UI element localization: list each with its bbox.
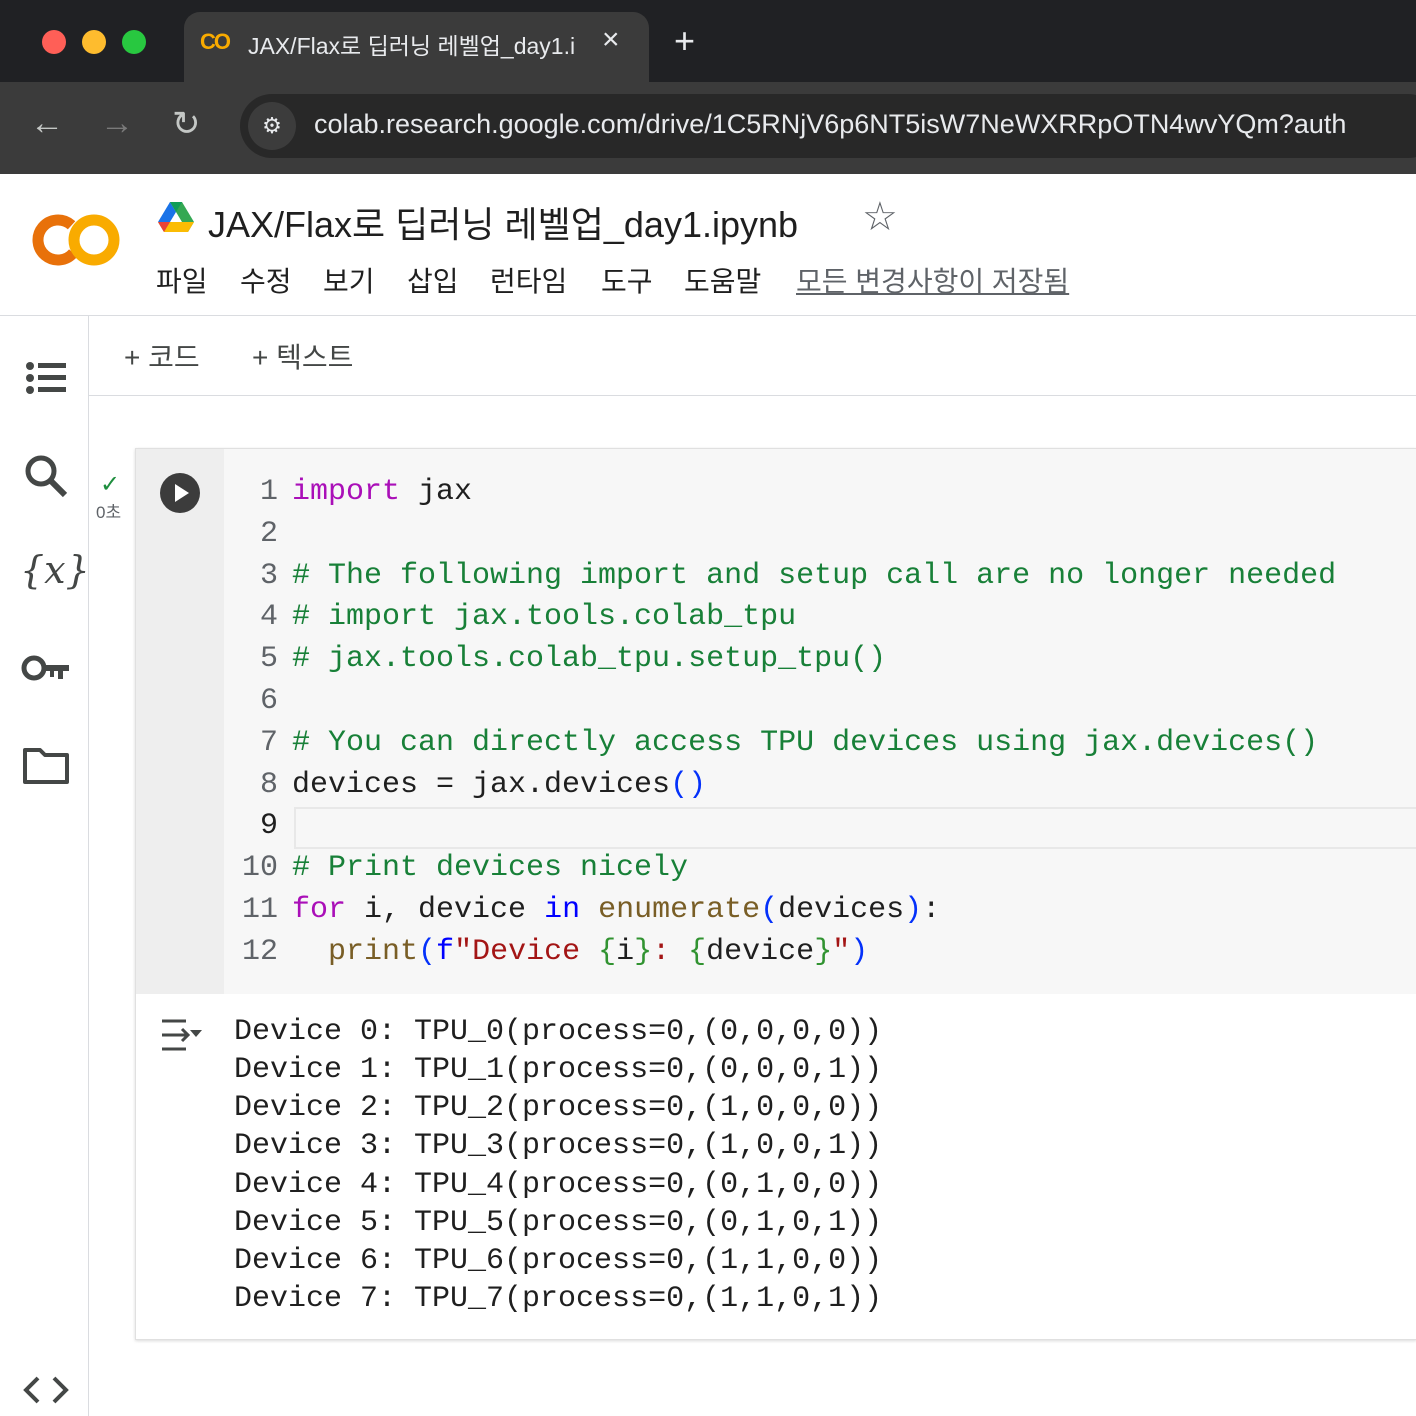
exec-time: 0초 [96, 503, 122, 522]
code-line[interactable]: 7 # You can directly access TPU devices u… [224, 722, 1416, 764]
reload-icon[interactable]: ↻ [172, 104, 201, 144]
line-number: 4 [259, 600, 278, 634]
code-line[interactable]: 12 print(f"Device {i}: {device}") [224, 931, 1416, 973]
colab-favicon-icon: CO [200, 29, 231, 54]
line-number: 12 [241, 935, 278, 969]
code-line[interactable]: 11 for i, device in enumerate(devices): [224, 889, 1416, 931]
add-text-cell-button[interactable]: + 텍스트 [252, 336, 353, 376]
code-comment: # jax.tools.colab_tpu.setup_tpu() [292, 642, 887, 676]
toolbar-divider [89, 395, 1416, 396]
sidebar-divider [88, 316, 89, 1416]
exec-success-icon: ✓ [100, 471, 121, 498]
files-folder-icon[interactable] [20, 740, 72, 792]
window-close-button[interactable] [42, 30, 66, 54]
menu-edit[interactable]: 수정 [240, 260, 292, 300]
tab-title: JAX/Flax로 딥러닝 레벨업_day1.i [248, 33, 576, 59]
line-number: 9 [259, 809, 278, 843]
back-arrow-icon[interactable]: ← [30, 104, 64, 143]
code-comment: # You can directly access TPU devices us… [292, 726, 1319, 760]
line-number: 5 [259, 642, 278, 676]
code-comment: # Print devices nicely [292, 851, 689, 885]
tab-close-button[interactable]: × [602, 23, 620, 57]
save-status-link[interactable]: 모든 변경사항이 저장됨 [796, 260, 1069, 300]
secrets-key-icon[interactable] [20, 642, 72, 694]
notebook-title[interactable]: JAX/Flax로 딥러닝 레벨업_day1.ipynb [208, 196, 798, 248]
code-snippets-icon[interactable] [20, 1364, 72, 1416]
code-line[interactable]: 8 devices = jax.devices() [224, 764, 1416, 806]
url-text[interactable]: colab.research.google.com/drive/1C5RNjV6… [314, 109, 1346, 140]
line-number: 3 [259, 559, 278, 593]
output-line: Device 2: TPU_2(process=0,(1,0,0,0)) [234, 1091, 883, 1125]
code-line[interactable]: 3 # The following import and setup call a… [224, 555, 1416, 597]
menu-view[interactable]: 보기 [323, 260, 375, 300]
variables-icon[interactable]: {x} [20, 548, 90, 600]
output-line: Device 6: TPU_6(process=0,(1,1,0,0)) [234, 1244, 883, 1278]
address-bar[interactable]: ⚙ colab.research.google.com/drive/1C5RNj… [240, 94, 1416, 158]
menu-file[interactable]: 파일 [156, 260, 208, 300]
code-editor[interactable]: 1 import jax 2 3 # The following import an… [224, 449, 1416, 994]
output-line: Device 7: TPU_7(process=0,(1,1,0,1)) [234, 1282, 883, 1316]
code-line[interactable]: 2 [224, 513, 1416, 555]
code-comment: # The following import and setup call ar… [292, 559, 1337, 593]
search-icon[interactable] [20, 450, 72, 502]
output-line: Device 0: TPU_0(process=0,(0,0,0,0)) [234, 1015, 883, 1049]
header-divider [0, 315, 1416, 316]
site-settings-icon[interactable]: ⚙ [248, 102, 296, 150]
code-line[interactable]: 5 # jax.tools.colab_tpu.setup_tpu() [224, 638, 1416, 680]
window-minimize-button[interactable] [82, 30, 106, 54]
code-line[interactable]: 10 # Print devices nicely [224, 847, 1416, 889]
output-actions-icon[interactable] [158, 1015, 206, 1055]
window-zoom-button[interactable] [122, 30, 146, 54]
line-number: 7 [259, 726, 278, 760]
new-tab-button[interactable]: + [674, 20, 695, 62]
colab-logo-icon[interactable] [32, 212, 122, 268]
menu-runtime[interactable]: 런타임 [490, 260, 567, 300]
code-line[interactable]: 6 [224, 680, 1416, 722]
output-line: Device 5: TPU_5(process=0,(0,1,0,1)) [234, 1206, 883, 1240]
menu-help[interactable]: 도움말 [684, 260, 761, 300]
star-icon[interactable]: ☆ [862, 194, 898, 240]
line-number: 10 [241, 851, 278, 885]
browser-tab-active[interactable]: CO JAX/Flax로 딥러닝 레벨업_day1.i × [184, 12, 649, 82]
output-line: Device 1: TPU_1(process=0,(0,0,0,1)) [234, 1053, 883, 1087]
line-number: 2 [259, 517, 278, 551]
cell-gutter [136, 449, 224, 994]
google-drive-icon[interactable] [158, 200, 194, 232]
menu-tools[interactable]: 도구 [601, 260, 653, 300]
line-number: 6 [259, 684, 278, 718]
run-cell-button[interactable] [160, 473, 200, 513]
code-cell[interactable]: 1 import jax 2 3 # The following import an… [135, 448, 1416, 1340]
code-line[interactable]: 4 # import jax.tools.colab_tpu [224, 596, 1416, 638]
tab-strip: CO JAX/Flax로 딥러닝 레벨업_day1.i × + [0, 0, 1416, 82]
forward-arrow-icon[interactable]: → [100, 104, 134, 143]
table-of-contents-icon[interactable] [20, 352, 72, 404]
add-code-cell-button[interactable]: + 코드 [124, 336, 200, 376]
line-number: 11 [241, 893, 278, 927]
menu-insert[interactable]: 삽입 [407, 260, 459, 300]
code-line[interactable]: 1 import jax [224, 471, 1416, 513]
code-line[interactable]: 9 [224, 805, 1416, 847]
line-number: 8 [259, 768, 278, 802]
code-comment: # import jax.tools.colab_tpu [292, 600, 797, 634]
line-number: 1 [259, 475, 278, 509]
output-line: Device 4: TPU_4(process=0,(0,1,0,0)) [234, 1168, 883, 1202]
browser-chrome: CO JAX/Flax로 딥러닝 레벨업_day1.i × + ← → ↻ ⚙ … [0, 0, 1416, 174]
output-line: Device 3: TPU_3(process=0,(1,0,0,1)) [234, 1129, 883, 1163]
